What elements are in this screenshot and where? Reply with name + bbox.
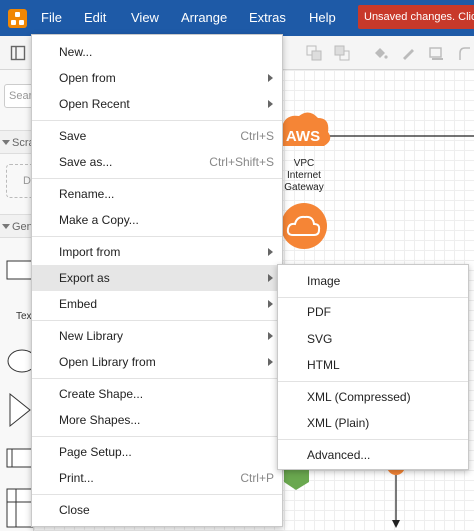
menu-item-open-from[interactable]: Open from	[32, 65, 282, 91]
menu-item-open-library-from[interactable]: Open Library from	[32, 349, 282, 375]
chevron-right-icon	[268, 248, 273, 256]
label-line: Internet	[287, 170, 321, 181]
shapes-sidebar: Search Scratchpad Drag General Text	[0, 70, 34, 531]
chevron-right-icon	[268, 74, 273, 82]
menu-separator	[32, 236, 282, 237]
vpc-gateway-label: VPC Internet Gateway	[274, 158, 334, 194]
drawio-logo-icon	[8, 9, 27, 28]
export-item-advanced[interactable]: Advanced...	[278, 442, 468, 468]
export-item-svg[interactable]: SVG	[278, 326, 468, 352]
menu-separator	[32, 494, 282, 495]
menu-separator	[278, 439, 468, 440]
menu-edit[interactable]: Edit	[84, 0, 106, 36]
ellipse-shape-icon[interactable]	[6, 348, 34, 374]
green-shape	[284, 468, 309, 490]
chevron-right-icon	[268, 100, 273, 108]
export-item-image[interactable]: Image	[278, 268, 468, 294]
shadow-icon[interactable]	[428, 45, 444, 61]
menu-item-make-a-copy[interactable]: Make a Copy...	[32, 207, 282, 233]
menu-item-import-from[interactable]: Import from	[32, 239, 282, 265]
menu-item-new-library[interactable]: New Library	[32, 323, 282, 349]
file-menu: New... Open from Open Recent Save Ctrl+S …	[31, 34, 283, 527]
label-line: VPC	[293, 158, 315, 169]
chevron-down-icon	[2, 224, 10, 229]
chevron-right-icon	[268, 274, 273, 282]
menu-item-page-setup[interactable]: Page Setup...	[32, 439, 282, 465]
shape-search-input[interactable]: Search	[4, 84, 33, 108]
process-shape-icon[interactable]	[6, 448, 34, 470]
menu-separator	[32, 178, 282, 179]
menu-separator	[278, 381, 468, 382]
line-color-icon[interactable]	[400, 45, 416, 61]
chevron-right-icon	[268, 358, 273, 366]
menu-item-close[interactable]: Close	[32, 497, 282, 523]
menu-arrange[interactable]: Arrange	[181, 0, 227, 36]
table-shape-icon[interactable]	[6, 488, 34, 528]
arrowhead-icon	[392, 520, 400, 528]
menubar: File Edit View Arrange Extras Help Unsav…	[0, 0, 474, 36]
menu-view[interactable]: View	[131, 0, 159, 36]
menu-item-rename[interactable]: Rename...	[32, 181, 282, 207]
menu-item-more-shapes[interactable]: More Shapes...	[32, 407, 282, 433]
label-line: Gateway	[284, 182, 324, 193]
unsaved-changes-button[interactable]: Unsaved changes. Click here to save.	[358, 5, 474, 29]
format-panel-icon[interactable]	[10, 45, 26, 61]
export-as-submenu: Image PDF SVG HTML XML (Compressed) XML …	[277, 264, 469, 470]
chevron-down-icon	[2, 140, 10, 145]
menu-separator	[32, 320, 282, 321]
menu-item-embed[interactable]: Embed	[32, 291, 282, 317]
waypoints-icon[interactable]	[458, 45, 472, 61]
menu-help[interactable]: Help	[309, 0, 336, 36]
scratchpad-drop-area[interactable]: Drag	[6, 164, 33, 198]
menu-item-save[interactable]: Save Ctrl+S	[32, 123, 282, 149]
menu-extras[interactable]: Extras	[249, 0, 286, 36]
sidebar-section-general[interactable]: General	[0, 214, 33, 238]
menu-item-new[interactable]: New...	[32, 39, 282, 65]
to-back-icon[interactable]	[334, 45, 350, 61]
menu-separator	[278, 297, 468, 298]
menu-item-create-shape[interactable]: Create Shape...	[32, 381, 282, 407]
fill-color-icon[interactable]	[372, 45, 388, 61]
menu-separator	[32, 120, 282, 121]
menu-item-save-as[interactable]: Save as... Ctrl+Shift+S	[32, 149, 282, 175]
export-item-html[interactable]: HTML	[278, 352, 468, 378]
to-front-icon[interactable]	[306, 45, 322, 61]
export-item-xml-compressed[interactable]: XML (Compressed)	[278, 384, 468, 410]
rectangle-shape-icon[interactable]	[6, 260, 34, 282]
menu-file[interactable]: File	[41, 0, 62, 36]
sidebar-section-scratchpad[interactable]: Scratchpad	[0, 130, 33, 154]
menu-separator	[32, 378, 282, 379]
export-item-pdf[interactable]: PDF	[278, 299, 468, 325]
chevron-right-icon	[268, 300, 273, 308]
menu-separator	[32, 436, 282, 437]
menu-item-open-recent[interactable]: Open Recent	[32, 91, 282, 117]
menu-item-export-as[interactable]: Export as	[32, 265, 282, 291]
menu-item-print[interactable]: Print... Ctrl+P	[32, 465, 282, 491]
export-item-xml-plain[interactable]: XML (Plain)	[278, 410, 468, 436]
chevron-right-icon	[268, 332, 273, 340]
